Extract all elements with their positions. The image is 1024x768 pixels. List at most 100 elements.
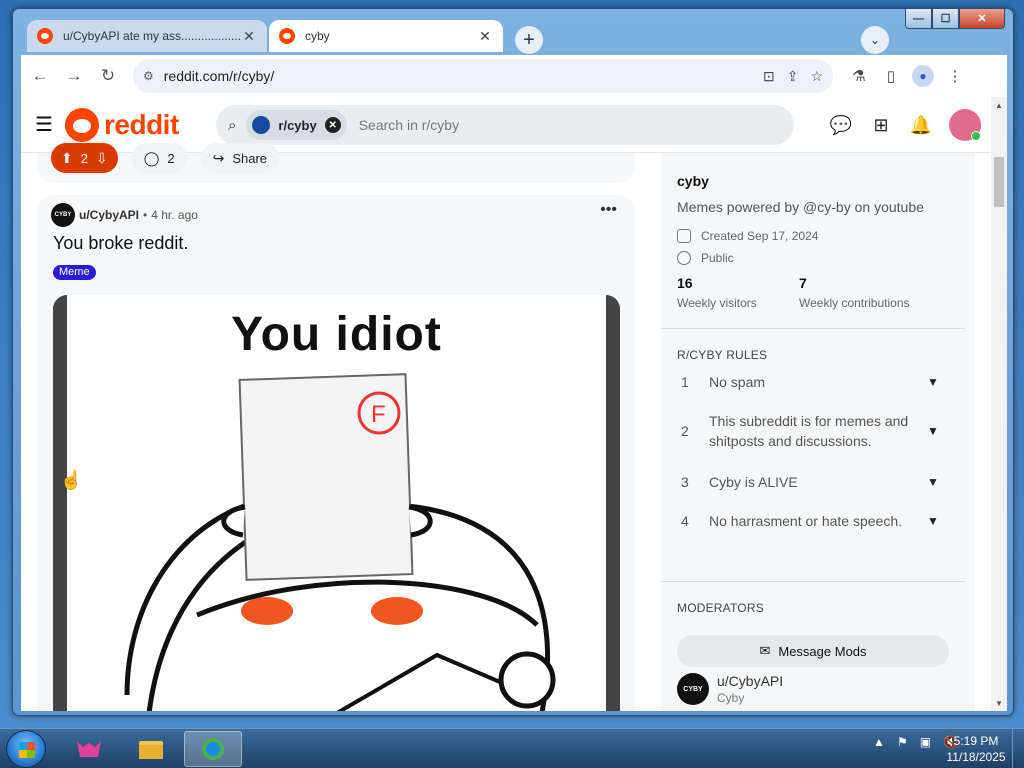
clock-time: 5:19 PM xyxy=(953,734,999,748)
page-scrollbar[interactable]: ▲ ▼ xyxy=(991,97,1007,711)
notifications-bell-icon[interactable]: 🔔 xyxy=(901,107,941,143)
message-mods-button[interactable]: ✉ Message Mods xyxy=(677,635,949,667)
comments-button[interactable]: ◯ 2 xyxy=(131,143,187,173)
rule-item[interactable]: 4 No harrasment or hate speech. ▼ xyxy=(677,511,947,531)
bookmark-star-icon[interactable]: ☆ xyxy=(810,68,823,85)
share-page-icon[interactable]: ⇪ xyxy=(787,68,799,85)
taskbar-explorer[interactable] xyxy=(122,731,180,767)
chevron-down-icon[interactable]: ▼ xyxy=(927,475,947,489)
user-avatar[interactable] xyxy=(949,109,981,141)
post-card[interactable]: CYBY u/CybyAPI • 4 hr. ago ••• You broke… xyxy=(37,195,635,711)
forward-arrow-icon[interactable]: → xyxy=(59,61,89,91)
share-button[interactable]: ↪ Share xyxy=(200,143,280,173)
svg-text:F: F xyxy=(371,401,386,428)
scroll-thumb[interactable] xyxy=(994,157,1004,207)
comment-bubble-icon: ◯ xyxy=(143,149,160,166)
browser-toolbar: ← → ↻ ⚙ reddit.com/r/cyby/ ⊡ ⇪ ☆ ⚗ ▯ ● ⋮ xyxy=(21,55,1007,97)
tab-close-icon[interactable]: ✕ xyxy=(241,28,257,45)
downvote-arrow-icon[interactable]: ⇩ xyxy=(96,150,108,167)
tab-close-icon[interactable]: ✕ xyxy=(477,28,493,45)
chevron-down-icon[interactable]: ▼ xyxy=(927,514,947,528)
taskbar-browser[interactable] xyxy=(184,731,242,767)
created-date: Created Sep 17, 2024 xyxy=(677,229,818,243)
vote-control: ⬆ 2 ⇩ xyxy=(51,143,118,173)
post-media[interactable]: You idiot F xyxy=(53,295,620,711)
reload-icon[interactable]: ↻ xyxy=(93,61,123,91)
post-title[interactable]: You broke reddit. xyxy=(53,233,188,254)
network-icon[interactable]: ▣ xyxy=(920,735,931,749)
labs-flask-icon[interactable]: ⚗ xyxy=(843,61,875,91)
side-panel-icon[interactable]: ▯ xyxy=(875,61,907,91)
rule-item[interactable]: 1 No spam ▼ xyxy=(677,372,947,392)
action-center-flag-icon[interactable]: ⚑ xyxy=(897,735,908,749)
taskbar-app-1[interactable] xyxy=(60,731,118,767)
scroll-up-icon[interactable]: ▲ xyxy=(991,99,1007,113)
address-bar[interactable]: ⚙ reddit.com/r/cyby/ ⊡ ⇪ ☆ xyxy=(133,59,833,93)
more-options-icon[interactable]: ••• xyxy=(600,201,617,219)
back-arrow-icon[interactable]: ← xyxy=(25,61,55,91)
weekly-contributions-stat: 7 Weekly contributions xyxy=(799,275,910,310)
tab-1[interactable]: u/CybyAPI ate my ass....................… xyxy=(27,20,267,52)
meme-image: You idiot F xyxy=(67,295,606,711)
globe-icon xyxy=(677,251,691,265)
chevron-down-icon[interactable]: ▼ xyxy=(927,424,947,438)
browser-window: — ☐ ✕ u/CybyAPI ate my ass..............… xyxy=(12,8,1014,716)
upvote-arrow-icon[interactable]: ⬆ xyxy=(61,150,73,167)
community-name: cyby xyxy=(677,173,709,189)
comment-count: 2 xyxy=(167,150,175,166)
folder-icon xyxy=(139,741,163,759)
post-flair[interactable]: Meme xyxy=(53,265,96,280)
rule-item[interactable]: 3 Cyby is ALIVE ▼ xyxy=(677,472,947,492)
remove-filter-icon[interactable]: ✕ xyxy=(324,117,341,133)
url-text: reddit.com/r/cyby/ xyxy=(163,68,275,84)
start-button[interactable] xyxy=(6,730,46,768)
page-content: ☰ reddit ⌕ r/cyby ✕ 💬 ⊞ 🔔 xyxy=(21,97,1007,711)
moderator-item[interactable]: CYBY u/CybyAPI Cyby xyxy=(677,673,783,705)
rule-item[interactable]: 2 This subreddit is for memes and shitpo… xyxy=(677,411,947,451)
tab-search-chevron-icon[interactable]: ⌄ xyxy=(861,26,889,54)
visibility: Public xyxy=(677,251,734,265)
browser-globe-icon xyxy=(202,738,224,760)
mail-icon: ✉ xyxy=(759,643,771,658)
tab-strip: u/CybyAPI ate my ass....................… xyxy=(21,17,1007,57)
vote-count: 2 xyxy=(80,150,88,166)
moderator-flair: Cyby xyxy=(717,691,745,705)
scroll-down-icon[interactable]: ▼ xyxy=(991,697,1007,711)
reddit-wordmark: reddit xyxy=(104,108,179,140)
new-tab-button[interactable]: + xyxy=(515,26,543,54)
search-icon: ⌕ xyxy=(228,116,237,134)
profile-avatar-icon[interactable]: ● xyxy=(912,65,934,87)
tab-2-active[interactable]: cyby ✕ xyxy=(269,20,503,52)
rules-heading: R/CYBY RULES xyxy=(677,348,768,362)
subreddit-filter-chip[interactable]: r/cyby ✕ xyxy=(246,110,347,140)
meme-drawing: F xyxy=(124,373,556,711)
author-avatar[interactable]: CYBY xyxy=(51,203,75,227)
chip-label: r/cyby xyxy=(278,117,317,133)
clock[interactable]: 5:19 PM 11/18/2025 xyxy=(946,733,1006,765)
author-name[interactable]: u/CybyAPI xyxy=(79,208,139,222)
tab-label: u/CybyAPI ate my ass....................… xyxy=(63,29,241,43)
snoo-logo-icon xyxy=(65,107,99,142)
reddit-search-bar[interactable]: ⌕ r/cyby ✕ xyxy=(216,105,794,145)
show-desktop-button[interactable] xyxy=(1012,729,1024,768)
separator-dot: • xyxy=(143,208,148,222)
reddit-logo[interactable]: reddit xyxy=(65,107,179,142)
reddit-favicon-icon xyxy=(37,28,53,44)
weekly-visitors-stat: 16 Weekly visitors xyxy=(677,275,757,310)
create-post-icon[interactable]: ⊞ xyxy=(861,107,901,143)
cake-icon xyxy=(677,229,691,243)
moderator-avatar: CYBY xyxy=(677,673,709,705)
site-info-icon[interactable]: ⚙ xyxy=(143,69,154,83)
menu-kebab-icon[interactable]: ⋮ xyxy=(939,61,971,91)
taskbar: ▲ ⚑ ▣ 🔇 5:19 PM 11/18/2025 xyxy=(0,728,1024,768)
community-description: Memes powered by @cy-by on youtube xyxy=(677,199,924,215)
tray-expand-icon[interactable]: ▲ xyxy=(873,735,885,749)
community-sidebar: cyby Memes powered by @cy-by on youtube … xyxy=(661,153,975,711)
chat-icon[interactable]: 💬 xyxy=(821,107,861,143)
hamburger-menu-icon[interactable]: ☰ xyxy=(35,112,59,137)
chevron-down-icon[interactable]: ▼ xyxy=(927,375,947,389)
install-app-icon[interactable]: ⊡ xyxy=(763,68,775,85)
previous-post-card: ⬆ 2 ⇩ ◯ 2 ↪ Share xyxy=(37,143,635,183)
reddit-favicon-icon xyxy=(279,28,295,44)
search-input[interactable] xyxy=(358,117,659,133)
